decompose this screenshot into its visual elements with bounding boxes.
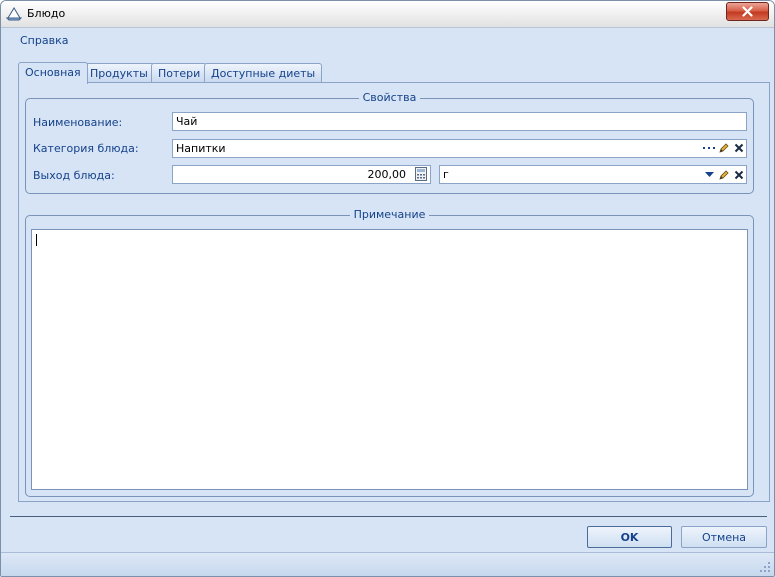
tab-products[interactable]: Продукты bbox=[83, 63, 155, 83]
cancel-button[interactable]: Отмена bbox=[681, 526, 767, 548]
clear-category-button[interactable] bbox=[732, 141, 746, 155]
clear-icon bbox=[734, 143, 744, 153]
window-title: Блюдо bbox=[27, 7, 66, 20]
close-icon bbox=[742, 6, 753, 17]
pencil-icon bbox=[719, 170, 729, 180]
note-textarea[interactable] bbox=[31, 229, 748, 490]
dialog-window: Блюдо Справка Основная Продукты Потери Д… bbox=[0, 0, 775, 577]
text-caret bbox=[36, 234, 37, 246]
note-group-title: Примечание bbox=[349, 208, 430, 221]
tab-losses[interactable]: Потери bbox=[151, 63, 208, 83]
status-bar bbox=[1, 552, 774, 576]
properties-group-title: Свойства bbox=[358, 91, 421, 104]
clear-unit-button[interactable] bbox=[732, 168, 746, 182]
menu-item-help[interactable]: Справка bbox=[20, 34, 68, 47]
edit-unit-button[interactable] bbox=[717, 168, 731, 182]
unit-dropdown-button[interactable] bbox=[702, 168, 716, 182]
category-label: Категория блюда: bbox=[33, 142, 139, 155]
ellipsis-button[interactable] bbox=[702, 141, 716, 155]
menu-bar: Справка bbox=[1, 29, 774, 53]
separator bbox=[10, 516, 767, 517]
tab-available-diets[interactable]: Доступные диеты bbox=[204, 63, 323, 83]
clear-icon bbox=[734, 170, 744, 180]
resize-grip-icon[interactable] bbox=[760, 562, 770, 572]
yield-field[interactable]: 200,00 bbox=[172, 165, 431, 184]
calculator-icon[interactable] bbox=[414, 167, 428, 181]
name-field[interactable]: Чай bbox=[172, 112, 747, 131]
close-button[interactable] bbox=[726, 2, 769, 21]
ellipsis-icon bbox=[703, 147, 715, 149]
unit-select[interactable]: г bbox=[439, 165, 747, 184]
dish-icon bbox=[6, 7, 22, 21]
chevron-down-icon bbox=[704, 172, 714, 177]
edit-category-button[interactable] bbox=[717, 141, 731, 155]
ok-button[interactable]: OK bbox=[587, 526, 672, 548]
pencil-icon bbox=[719, 143, 729, 153]
name-label: Наименование: bbox=[33, 116, 123, 129]
yield-label: Выход блюда: bbox=[33, 169, 115, 182]
category-field[interactable]: Напитки bbox=[172, 139, 747, 158]
title-bar[interactable]: Блюдо bbox=[1, 1, 774, 28]
tab-main[interactable]: Основная bbox=[18, 62, 88, 84]
